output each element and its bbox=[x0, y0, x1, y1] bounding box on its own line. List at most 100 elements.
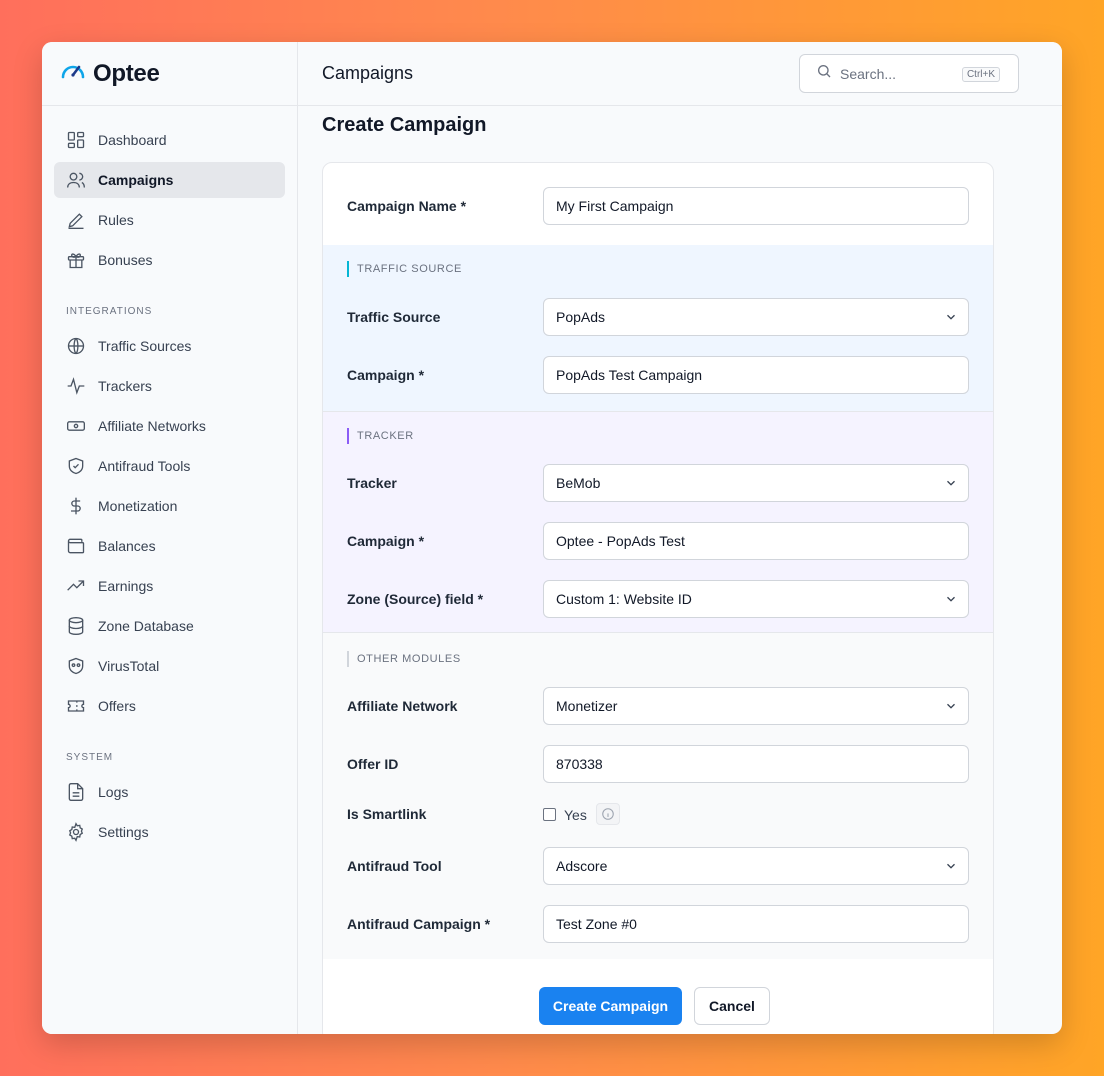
traffic-source-section: TRAFFIC SOURCE Traffic Source PopAds Cam… bbox=[323, 245, 993, 411]
search-box[interactable]: Ctrl+K bbox=[799, 54, 1019, 93]
sidebar-item-label: Traffic Sources bbox=[98, 338, 192, 354]
traffic-campaign-row: Campaign * PopAds Test Campaign bbox=[323, 356, 993, 396]
sidebar-item-virustotal[interactable]: VirusTotal bbox=[54, 648, 285, 684]
traffic-campaign-input[interactable]: PopAds Test Campaign bbox=[543, 356, 969, 394]
info-icon[interactable] bbox=[596, 803, 620, 825]
sidebar-item-monetization[interactable]: Monetization bbox=[54, 488, 285, 524]
sidebar-item-offers[interactable]: Offers bbox=[54, 688, 285, 724]
page-header-title: Campaigns bbox=[322, 63, 414, 83]
page-title: Create Campaign bbox=[322, 114, 487, 136]
section-title: TRACKER bbox=[357, 430, 414, 442]
zone-field-select[interactable]: Custom 1: Website ID bbox=[543, 580, 969, 618]
tracker-campaign-input[interactable]: Optee - PopAds Test bbox=[543, 522, 969, 560]
create-campaign-button[interactable]: Create Campaign bbox=[539, 987, 682, 1025]
search-shortcut-badge: Ctrl+K bbox=[961, 67, 1000, 82]
campaign-name-label: Campaign Name * bbox=[347, 198, 467, 214]
brand[interactable]: Optee bbox=[42, 42, 297, 106]
other-modules-section-header: OTHER MODULES bbox=[347, 651, 461, 667]
sidebar-item-trackers[interactable]: Trackers bbox=[54, 368, 285, 404]
sidebar-item-traffic-sources[interactable]: Traffic Sources bbox=[54, 328, 285, 364]
section-title: TRAFFIC SOURCE bbox=[357, 263, 462, 275]
activity-icon bbox=[66, 376, 86, 396]
sidebar-item-zone-database[interactable]: Zone Database bbox=[54, 608, 285, 644]
campaign-name-row: Campaign Name * My First Campaign bbox=[323, 187, 993, 227]
wallet-icon bbox=[66, 536, 86, 556]
sidebar-item-settings[interactable]: Settings bbox=[54, 814, 285, 850]
campaign-name-input[interactable]: My First Campaign bbox=[543, 187, 969, 225]
zone-field-row: Zone (Source) field * Custom 1: Website … bbox=[323, 580, 993, 620]
offer-id-label: Offer ID bbox=[347, 756, 399, 772]
is-smartlink-option-label[interactable]: Yes bbox=[564, 807, 587, 823]
antifraud-campaign-label: Antifraud Campaign * bbox=[347, 916, 491, 932]
sidebar-item-campaigns[interactable]: Campaigns bbox=[54, 162, 285, 198]
zone-field-label: Zone (Source) field * bbox=[347, 591, 484, 607]
users-icon bbox=[66, 170, 86, 190]
sidebar-item-dashboard[interactable]: Dashboard bbox=[54, 122, 285, 158]
antifraud-tool-label: Antifraud Tool bbox=[347, 858, 442, 874]
antifraud-tool-select[interactable]: Adscore bbox=[543, 847, 969, 885]
create-campaign-form: Campaign Name * My First Campaign TRAFFI… bbox=[322, 162, 994, 1034]
sidebar-item-rules[interactable]: Rules bbox=[54, 202, 285, 238]
selected-value: Adscore bbox=[556, 858, 608, 874]
sidebar-item-label: Dashboard bbox=[98, 132, 167, 148]
is-smartlink-label: Is Smartlink bbox=[347, 806, 427, 822]
section-title: OTHER MODULES bbox=[357, 653, 461, 665]
sidebar-item-label: Trackers bbox=[98, 378, 152, 394]
sidebar-item-label: Settings bbox=[98, 824, 149, 840]
traffic-source-select[interactable]: PopAds bbox=[543, 298, 969, 336]
tracker-section-header: TRACKER bbox=[347, 428, 414, 444]
antifraud-campaign-row: Antifraud Campaign * Test Zone #0 bbox=[323, 905, 993, 945]
section-accent-bar bbox=[347, 651, 349, 667]
sidebar-item-label: Earnings bbox=[98, 578, 154, 594]
sidebar-item-label: Offers bbox=[98, 698, 136, 714]
sidebar-item-bonuses[interactable]: Bonuses bbox=[54, 242, 285, 278]
offer-id-input[interactable]: 870338 bbox=[543, 745, 969, 783]
affiliate-network-select[interactable]: Monetizer bbox=[543, 687, 969, 725]
antifraud-tool-row: Antifraud Tool Adscore bbox=[323, 847, 993, 887]
tracker-campaign-label: Campaign * bbox=[347, 533, 425, 549]
sidebar-item-logs[interactable]: Logs bbox=[54, 774, 285, 810]
section-accent-bar bbox=[347, 428, 349, 444]
sidebar-item-balances[interactable]: Balances bbox=[54, 528, 285, 564]
sidebar-item-label: Logs bbox=[98, 784, 129, 800]
topbar: Campaigns Ctrl+K bbox=[298, 42, 1062, 106]
selected-value: Custom 1: Website ID bbox=[556, 591, 692, 607]
sidebar-item-label: Bonuses bbox=[98, 252, 153, 268]
is-smartlink-checkbox[interactable] bbox=[543, 808, 556, 821]
selected-value: BeMob bbox=[556, 475, 601, 491]
cancel-button[interactable]: Cancel bbox=[694, 987, 770, 1025]
sidebar-item-label: Monetization bbox=[98, 498, 178, 514]
traffic-source-row: Traffic Source PopAds bbox=[323, 298, 993, 338]
chevron-down-icon bbox=[947, 863, 955, 869]
tracker-campaign-row: Campaign * Optee - PopAds Test bbox=[323, 522, 993, 562]
search-input[interactable] bbox=[840, 65, 950, 82]
tracker-section: TRACKER Tracker BeMob Campaign * Optee -… bbox=[323, 411, 993, 633]
ticket-icon bbox=[66, 696, 86, 716]
antifraud-campaign-input[interactable]: Test Zone #0 bbox=[543, 905, 969, 943]
brand-name: Optee bbox=[93, 59, 160, 87]
affiliate-network-row: Affiliate Network Monetizer bbox=[323, 687, 993, 727]
gear-icon bbox=[66, 822, 86, 842]
pencil-icon bbox=[66, 210, 86, 230]
chevron-down-icon bbox=[947, 596, 955, 602]
integrations-section-label: INTEGRATIONS bbox=[66, 306, 153, 317]
traffic-source-section-header: TRAFFIC SOURCE bbox=[347, 261, 462, 277]
selected-value: Monetizer bbox=[556, 698, 618, 714]
gauge-logo-icon bbox=[59, 57, 87, 90]
other-modules-section: OTHER MODULES Affiliate Network Monetize… bbox=[323, 633, 993, 959]
trending-up-icon bbox=[66, 576, 86, 596]
chevron-down-icon bbox=[947, 480, 955, 486]
app-window: Optee Dashboard Campaigns Rules Bonuses … bbox=[42, 42, 1062, 1034]
sidebar-item-antifraud-tools[interactable]: Antifraud Tools bbox=[54, 448, 285, 484]
dollar-icon bbox=[66, 496, 86, 516]
sidebar-item-label: Rules bbox=[98, 212, 134, 228]
sidebar-item-label: Campaigns bbox=[98, 172, 174, 188]
shield-check-icon bbox=[66, 456, 86, 476]
sidebar: Optee Dashboard Campaigns Rules Bonuses … bbox=[42, 42, 298, 1034]
sidebar-item-affiliate-networks[interactable]: Affiliate Networks bbox=[54, 408, 285, 444]
selected-value: PopAds bbox=[556, 309, 606, 325]
section-accent-bar bbox=[347, 261, 349, 277]
tracker-select[interactable]: BeMob bbox=[543, 464, 969, 502]
sidebar-item-earnings[interactable]: Earnings bbox=[54, 568, 285, 604]
affiliate-network-label: Affiliate Network bbox=[347, 698, 458, 714]
